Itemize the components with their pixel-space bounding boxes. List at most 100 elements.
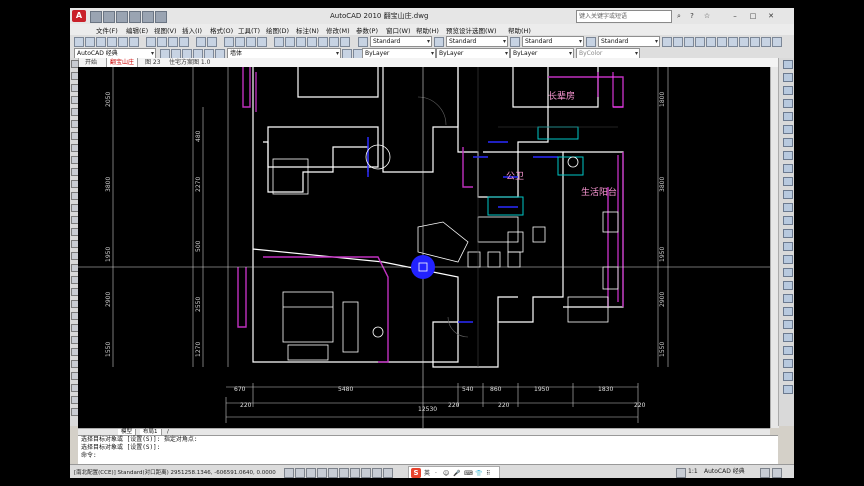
tool-i-icon[interactable] — [750, 37, 760, 47]
plot-icon[interactable] — [155, 11, 167, 23]
region-mass-icon[interactable] — [783, 372, 793, 381]
tool-d-icon[interactable] — [695, 37, 705, 47]
ime-keyboard-icon[interactable]: ⌨ — [464, 469, 473, 478]
minimize-button[interactable]: – — [730, 11, 740, 21]
text-style-icon[interactable] — [358, 37, 368, 47]
calculator-icon[interactable] — [329, 37, 339, 47]
menu-edit[interactable]: 编辑(E) — [126, 25, 148, 35]
menu-tools[interactable]: 工具(T) — [238, 25, 260, 35]
tool-g-icon[interactable] — [728, 37, 738, 47]
extend-right-icon[interactable] — [783, 216, 793, 225]
zoom-window-icon[interactable] — [246, 37, 256, 47]
open-file-icon[interactable] — [103, 11, 115, 23]
design-center-icon[interactable] — [285, 37, 295, 47]
tool-j-icon[interactable] — [761, 37, 771, 47]
cut-icon[interactable] — [146, 37, 156, 47]
join-icon[interactable] — [783, 255, 793, 264]
table-style-icon[interactable] — [510, 37, 520, 47]
zoom-previous-icon[interactable] — [257, 37, 267, 47]
help-toolbar-icon[interactable] — [340, 37, 350, 47]
tool-c-icon[interactable] — [684, 37, 694, 47]
polar-button[interactable] — [317, 468, 327, 478]
maximize-button[interactable]: □ — [748, 11, 758, 21]
print-icon[interactable] — [107, 37, 117, 47]
text-style-dropdown[interactable]: Standard — [370, 36, 432, 47]
match-properties-icon[interactable] — [179, 37, 189, 47]
draw-order-icon[interactable] — [783, 60, 793, 69]
menu-help[interactable]: 帮助(H) — [416, 25, 439, 35]
lock-status-icon[interactable] — [760, 468, 770, 478]
break-icon[interactable] — [783, 242, 793, 251]
close-button[interactable]: ✕ — [766, 11, 776, 21]
search-icon[interactable]: ⌕ — [674, 11, 684, 21]
ducs-button[interactable] — [350, 468, 360, 478]
multileader-style-dropdown[interactable]: Standard — [598, 36, 660, 47]
save-toolbar-icon[interactable] — [96, 37, 106, 47]
array-right-icon[interactable] — [783, 138, 793, 147]
dim-style-icon[interactable] — [434, 37, 444, 47]
redo-toolbar-icon[interactable] — [207, 37, 217, 47]
clean-screen-icon[interactable] — [772, 468, 782, 478]
workspace-switch[interactable]: AutoCAD 经典 — [704, 467, 745, 477]
undo-icon[interactable] — [129, 11, 141, 23]
dist-icon[interactable] — [783, 359, 793, 368]
area-icon[interactable] — [783, 320, 793, 329]
list-icon[interactable] — [783, 333, 793, 342]
menu-design[interactable]: 预览设计选图(W) — [446, 25, 497, 35]
undo-toolbar-icon[interactable] — [196, 37, 206, 47]
grid-button[interactable] — [295, 468, 305, 478]
lwt-button[interactable] — [372, 468, 382, 478]
multileader-style-icon[interactable] — [586, 37, 596, 47]
tool-palettes-icon[interactable] — [296, 37, 306, 47]
tool-a-icon[interactable] — [662, 37, 672, 47]
osnap-button[interactable] — [328, 468, 338, 478]
menu-window[interactable]: 窗口(W) — [386, 25, 411, 35]
publish-icon[interactable] — [129, 37, 139, 47]
menu-format[interactable]: 格式(O) — [210, 25, 233, 35]
paste-icon[interactable] — [168, 37, 178, 47]
copy-right-icon[interactable] — [783, 99, 793, 108]
menu-parametric[interactable]: 参数(P) — [356, 25, 378, 35]
break-point-icon[interactable] — [783, 229, 793, 238]
offset-right-icon[interactable] — [783, 125, 793, 134]
ime-punct[interactable]: · — [435, 469, 437, 478]
annotation-scale[interactable]: 1:1 — [688, 467, 698, 477]
ortho-button[interactable] — [306, 468, 316, 478]
menu-dimension[interactable]: 标注(N) — [296, 25, 319, 35]
ime-mic-icon[interactable]: 🎤 — [453, 469, 460, 478]
command-window[interactable]: 选择目标对象或 [设置(S)]: 指定对角点: 选择目标对象或 [设置(S)]:… — [78, 435, 778, 464]
new-file-icon[interactable] — [90, 11, 102, 23]
tool-e-icon[interactable] — [706, 37, 716, 47]
tab-current-drawing[interactable]: 翻宝山庄 — [106, 58, 139, 67]
ime-skin-icon[interactable]: 👕 — [475, 469, 482, 478]
table-style-dropdown[interactable]: Standard — [522, 36, 584, 47]
zoom-realtime-icon[interactable] — [235, 37, 245, 47]
stretch-right-icon[interactable] — [783, 190, 793, 199]
tool-f-icon[interactable] — [717, 37, 727, 47]
sheet-set-icon[interactable] — [307, 37, 317, 47]
measure-icon[interactable] — [783, 307, 793, 316]
tool-k-icon[interactable] — [772, 37, 782, 47]
tab-start[interactable]: 开始 — [82, 58, 100, 67]
new-icon[interactable] — [74, 37, 84, 47]
erase-right-icon[interactable] — [783, 86, 793, 95]
otrack-button[interactable] — [339, 468, 349, 478]
star-icon[interactable]: ☆ — [702, 11, 712, 21]
menu-insert[interactable]: 插入(I) — [182, 25, 202, 35]
tool-b-icon[interactable] — [673, 37, 683, 47]
qp-button[interactable] — [383, 468, 393, 478]
mirror-right-icon[interactable] — [783, 112, 793, 121]
markup-icon[interactable] — [318, 37, 328, 47]
dim-style-dropdown[interactable]: Standard — [446, 36, 508, 47]
scale-right-icon[interactable] — [783, 177, 793, 186]
ime-emoji-icon[interactable]: ☺ — [443, 469, 449, 478]
model-space-button[interactable] — [676, 468, 686, 478]
chamfer-icon[interactable] — [783, 268, 793, 277]
menu-view[interactable]: 视图(V) — [154, 25, 177, 35]
autocad-logo-icon[interactable]: A — [72, 10, 86, 22]
menu-draw[interactable]: 绘图(D) — [266, 25, 289, 35]
command-prompt[interactable]: 命令: — [78, 452, 778, 460]
menu-modify[interactable]: 修改(M) — [326, 25, 350, 35]
open-icon[interactable] — [85, 37, 95, 47]
fillet-icon[interactable] — [783, 281, 793, 290]
